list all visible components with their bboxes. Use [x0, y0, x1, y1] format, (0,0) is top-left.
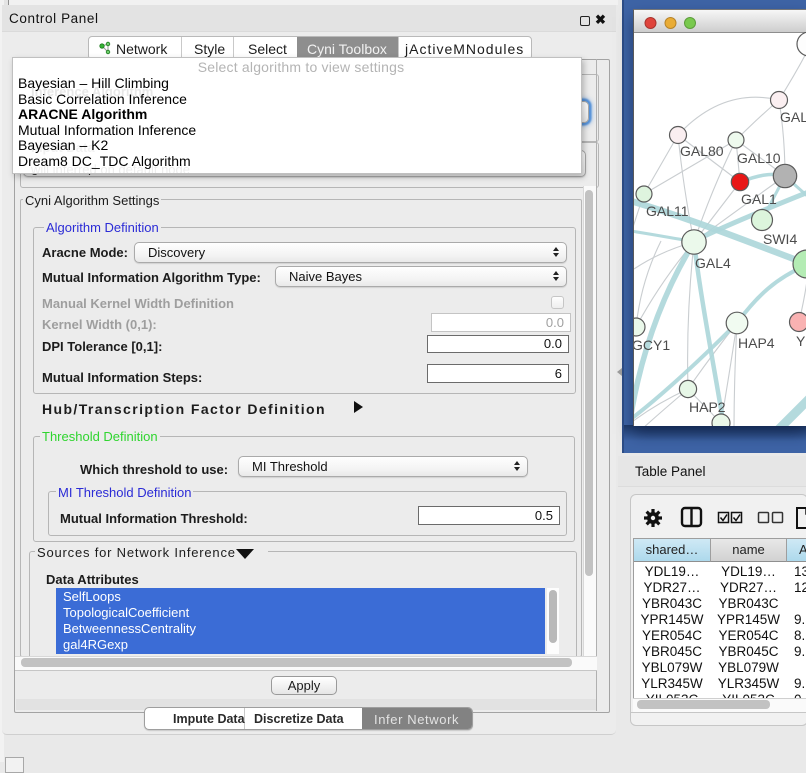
svg-text:GAL1: GAL1: [741, 191, 777, 207]
svg-text:HAP2: HAP2: [689, 399, 726, 415]
svg-text:GAL10: GAL10: [737, 150, 781, 166]
svg-text:YD: YD: [796, 333, 806, 349]
svg-text:GAL80: GAL80: [680, 143, 724, 159]
svg-text:GAL4: GAL4: [695, 255, 731, 271]
svg-text:GAL11: GAL11: [646, 203, 689, 219]
svg-text:SWI4: SWI4: [763, 231, 797, 247]
svg-text:GCY1: GCY1: [634, 337, 670, 353]
svg-text:GAL2: GAL2: [780, 109, 806, 125]
svg-text:HAP4: HAP4: [738, 335, 775, 351]
